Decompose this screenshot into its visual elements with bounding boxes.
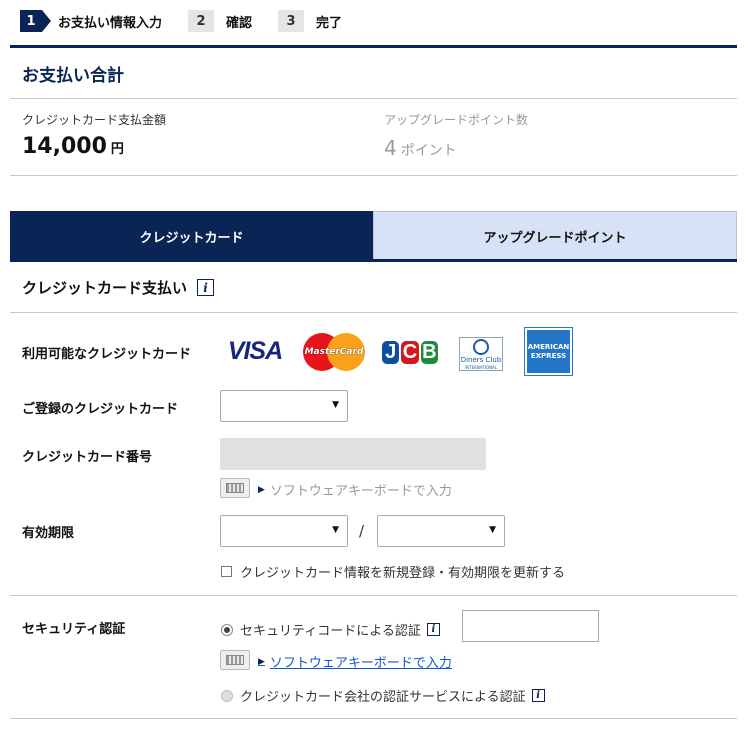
amex-logo-icon: AMERICAN EXPRESS — [524, 327, 573, 376]
software-keyboard-link[interactable]: ▶ ソフトウェアキーボードで入力 — [258, 480, 452, 499]
header-divider — [10, 45, 737, 48]
diners-club-logo-icon: Diners Club INTERNATIONAL — [459, 337, 503, 371]
card-company-auth-option[interactable]: クレジットカード会社の認証サービスによる認証 i — [221, 686, 545, 705]
keyboard-icon[interactable] — [220, 650, 250, 670]
expiry-label: 有効期限 — [22, 526, 75, 541]
step-number: 2 — [188, 10, 215, 32]
visa-logo-icon: VISA — [227, 336, 283, 365]
diners-text: Diners Club — [460, 355, 502, 364]
jcb-letter: J — [382, 340, 400, 364]
available-cards-label: 利用可能なクレジットカード — [22, 347, 192, 362]
chevron-down-icon: ▼ — [489, 525, 496, 535]
cc-amount-unit: 円 — [110, 142, 124, 157]
triangle-right-icon: ▶ — [258, 656, 265, 667]
info-icon[interactable]: i — [426, 623, 440, 636]
cc-payment-section-title: クレジットカード支払い i — [22, 277, 215, 298]
cc-amount-number: 14,000 — [22, 134, 107, 159]
divider — [10, 175, 737, 176]
cc-amount-label: クレジットカード支払金額 — [22, 113, 167, 127]
step-label: 確認 — [226, 15, 253, 31]
divider — [10, 98, 737, 99]
divider — [10, 718, 737, 719]
payment-total-title: お支払い合計 — [22, 66, 124, 86]
card-number-field[interactable] — [220, 438, 486, 470]
step-label: お支払い情報入力 — [58, 15, 163, 31]
jcb-logo-icon: J C B — [381, 331, 439, 373]
section-title-text: クレジットカード支払い — [22, 279, 188, 297]
link-text: ソフトウェアキーボードで入力 — [269, 656, 452, 671]
points-number: 4 — [384, 136, 397, 160]
chevron-down-icon: ▼ — [332, 400, 339, 410]
expiry-month-select[interactable]: ▼ — [220, 515, 348, 547]
checkout-steps: 1 お支払い情報入力 2 確認 3 完了 — [20, 10, 368, 32]
option-label: クレジットカード会社の認証サービスによる認証 — [240, 690, 526, 705]
points-label: アップグレードポイント数 — [384, 113, 529, 127]
card-number-label: クレジットカード番号 — [22, 450, 153, 465]
link-text: ソフトウェアキーボードで入力 — [269, 484, 452, 499]
expiry-separator: / — [359, 522, 365, 540]
expiry-year-select[interactable]: ▼ — [377, 515, 505, 547]
update-card-checkbox[interactable] — [221, 566, 232, 577]
security-code-option[interactable]: セキュリティコードによる認証 i — [221, 620, 440, 639]
divider — [10, 312, 737, 313]
info-icon[interactable]: i — [531, 689, 545, 702]
jcb-letter: B — [420, 340, 438, 364]
chevron-down-icon: ▼ — [332, 525, 339, 535]
keyboard-icon[interactable] — [220, 478, 250, 498]
diners-subtext: INTERNATIONAL — [464, 364, 498, 370]
registered-card-label: ご登録のクレジットカード — [22, 402, 179, 417]
security-code-input[interactable] — [462, 610, 599, 642]
step-complete: 3 完了 — [278, 10, 342, 32]
points-unit: ポイント — [400, 143, 457, 159]
card-company-auth-radio[interactable] — [221, 689, 233, 702]
step-label: 完了 — [316, 15, 343, 31]
triangle-right-icon: ▶ — [258, 484, 265, 495]
points-value: 4 ポイント — [384, 136, 457, 160]
option-label: セキュリティコードによる認証 — [240, 624, 421, 639]
tab-divider — [10, 259, 737, 262]
cc-amount-value: 14,000 円 — [22, 134, 124, 159]
update-card-checkbox-row[interactable]: クレジットカード情報を新規登録・有効期限を更新する — [221, 562, 565, 581]
step-number: 3 — [278, 10, 305, 32]
divider — [10, 595, 737, 596]
step-confirm: 2 確認 — [188, 10, 252, 32]
security-auth-label: セキュリティ認証 — [22, 622, 126, 637]
software-keyboard-link[interactable]: ▶ ソフトウェアキーボードで入力 — [258, 652, 452, 671]
checkbox-label: クレジットカード情報を新規登録・有効期限を更新する — [240, 566, 566, 581]
mastercard-text: MasterCard — [304, 347, 364, 357]
security-code-radio[interactable] — [221, 623, 233, 636]
mastercard-logo-icon: MasterCard — [303, 333, 365, 371]
tab-credit-card[interactable]: クレジットカード — [10, 211, 373, 261]
info-icon[interactable]: i — [197, 279, 215, 296]
tab-upgrade-points[interactable]: アップグレードポイント — [373, 211, 737, 261]
jcb-letter: C — [401, 340, 419, 364]
registered-card-select[interactable]: ▼ — [220, 390, 348, 422]
step-number: 1 — [20, 10, 51, 32]
step-payment-input: 1 お支払い情報入力 — [20, 10, 162, 32]
